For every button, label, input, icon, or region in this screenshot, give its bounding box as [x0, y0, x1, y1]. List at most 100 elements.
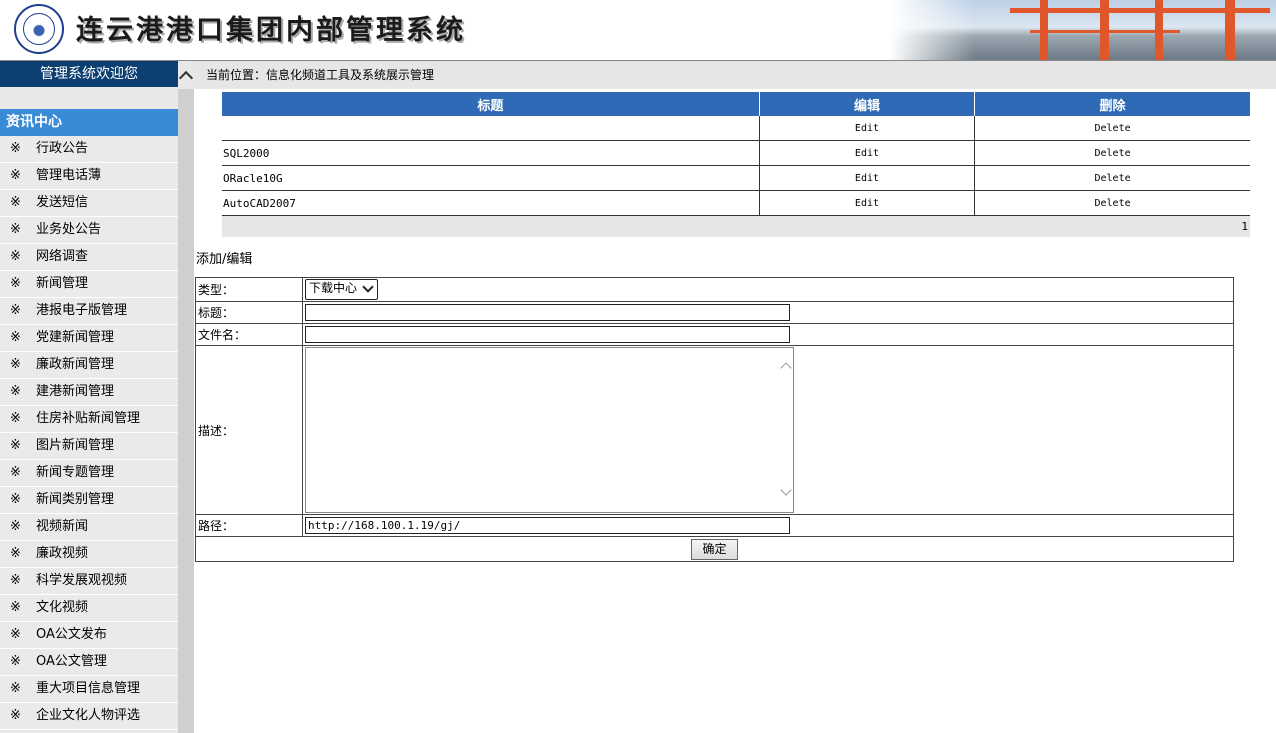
bullet-icon: ※ — [10, 330, 21, 345]
bullet-icon: ※ — [10, 573, 21, 588]
sidebar-collapse-bar[interactable] — [178, 61, 194, 733]
sidebar-item[interactable]: ※ 新闻专题管理 — [0, 460, 178, 487]
sidebar-item[interactable]: ※ 重大项目信息管理 — [0, 676, 178, 703]
table-row: SQL2000 Edit Delete — [222, 140, 1250, 166]
table-row: Edit Delete — [222, 116, 1250, 141]
bullet-icon: ※ — [10, 249, 21, 264]
title-label: 标题： — [195, 301, 303, 324]
title-input[interactable] — [305, 304, 790, 321]
sidebar-item[interactable]: ※ 行政公告 — [0, 136, 178, 163]
port-logo — [14, 4, 64, 54]
sidebar-item[interactable]: ※ 业务处公告 — [0, 217, 178, 244]
edit-link[interactable]: Edit — [759, 116, 976, 141]
bullet-icon: ※ — [10, 141, 21, 156]
sidebar-item-label: 网络调查 — [36, 249, 89, 264]
delete-link[interactable]: Delete — [974, 190, 1250, 216]
type-select-value: 下载中心 — [309, 281, 358, 295]
row-title: SQL2000 — [222, 140, 760, 166]
column-header-edit: 编辑 — [759, 92, 976, 116]
sidebar-item[interactable]: ※ 图片新闻管理 — [0, 433, 178, 460]
bullet-icon: ※ — [10, 357, 21, 372]
bullet-icon: ※ — [10, 627, 21, 642]
edit-link[interactable]: Edit — [759, 165, 976, 191]
sidebar-item[interactable]: ※ 企业文化人物评选 — [0, 703, 178, 730]
section-news-center[interactable]: 资讯中心 — [0, 109, 178, 136]
edit-link[interactable]: Edit — [759, 190, 976, 216]
edit-form: 类型： 下载中心 标题： 文件名： 描述： 路径： http://168.100… — [195, 277, 1234, 562]
chevron-down-icon — [362, 281, 374, 293]
sidebar-item-label: 廉政新闻管理 — [36, 357, 115, 372]
welcome-banner: 管理系统欢迎您 — [0, 61, 178, 87]
sidebar-item[interactable]: ※ 住房补贴新闻管理 — [0, 406, 178, 433]
sidebar-item[interactable]: ※ 文化视频 — [0, 595, 178, 622]
path-label: 路径： — [195, 514, 303, 537]
sidebar-item[interactable]: ※ 建港新闻管理 — [0, 379, 178, 406]
data-table: 标题 编辑 删除 Edit Delete SQL2000 Edit Delete ORac… — [222, 92, 1250, 216]
filename-label: 文件名： — [195, 323, 303, 346]
filename-input[interactable] — [305, 326, 790, 343]
table-row: ORacle10G Edit Delete — [222, 165, 1250, 191]
sidebar-item[interactable]: ※ 廉政新闻管理 — [0, 352, 178, 379]
header-banner: 连云港港口集团内部管理系统 — [0, 0, 1276, 61]
sidebar-item[interactable]: ※ 新闻类别管理 — [0, 487, 178, 514]
row-title: AutoCAD2007 — [222, 190, 760, 216]
sidebar-item-label: 管理电话薄 — [36, 168, 102, 183]
sidebar-item-label: 视频新闻 — [36, 519, 89, 534]
bullet-icon: ※ — [10, 411, 21, 426]
sidebar-item-label: 建港新闻管理 — [36, 384, 115, 399]
bullet-icon: ※ — [10, 546, 21, 561]
sidebar-item[interactable]: ※ 管理电话薄 — [0, 163, 178, 190]
sidebar-item[interactable]: ※ OA公文发布 — [0, 622, 178, 649]
scroll-up-icon[interactable] — [780, 362, 792, 374]
row-title: ORacle10G — [222, 165, 760, 191]
bullet-icon: ※ — [10, 654, 21, 669]
sidebar-item-label: OA公文发布 — [36, 627, 107, 642]
submit-button[interactable]: 确定 — [691, 538, 738, 560]
sidebar-item[interactable]: ※ 网络调查 — [0, 244, 178, 271]
sidebar-item[interactable]: ※ 廉政视频 — [0, 541, 178, 568]
sidebar-item[interactable]: ※ 科学发展观视频 — [0, 568, 178, 595]
harbor-banner-image — [890, 0, 1276, 60]
sidebar-item-label: 图片新闻管理 — [36, 438, 115, 453]
bullet-icon: ※ — [10, 303, 21, 318]
bullet-icon: ※ — [10, 681, 21, 696]
sidebar-item[interactable]: ※ OA公文管理 — [0, 649, 178, 676]
path-input[interactable]: http://168.100.1.19/gj/ — [305, 517, 790, 534]
delete-link[interactable]: Delete — [974, 140, 1250, 166]
sidebar-item-label: 住房补贴新闻管理 — [36, 411, 141, 426]
type-label: 类型： — [195, 277, 303, 302]
edit-link[interactable]: Edit — [759, 140, 976, 166]
sidebar-item-label: 重大项目信息管理 — [36, 681, 141, 696]
sidebar-item-label: 企业文化人物评选 — [36, 708, 141, 723]
delete-link[interactable]: Delete — [974, 165, 1250, 191]
system-title: 连云港港口集团内部管理系统 — [76, 15, 466, 46]
sidebar-item-label: 行政公告 — [36, 141, 89, 156]
sidebar-item-label: 新闻管理 — [36, 276, 89, 291]
page-number[interactable]: 1 — [1241, 220, 1248, 233]
breadcrumb-text: 当前位置：信息化频道工具及系统展示管理 — [206, 68, 435, 82]
bullet-icon: ※ — [10, 492, 21, 507]
sidebar-item[interactable]: ※ 视频新闻 — [0, 514, 178, 541]
sidebar-item[interactable]: ※ 新闻管理 — [0, 271, 178, 298]
bullet-icon: ※ — [10, 708, 21, 723]
bullet-icon: ※ — [10, 276, 21, 291]
sidebar-item[interactable]: ※ 港报电子版管理 — [0, 298, 178, 325]
bullet-icon: ※ — [10, 222, 21, 237]
description-textarea[interactable] — [305, 347, 794, 513]
delete-link[interactable]: Delete — [974, 116, 1250, 141]
type-select[interactable]: 下载中心 — [305, 279, 379, 300]
bullet-icon: ※ — [10, 519, 21, 534]
column-header-title: 标题 — [222, 92, 760, 116]
sidebar-item-label: 业务处公告 — [36, 222, 102, 237]
bullet-icon: ※ — [10, 465, 21, 480]
sidebar-item-label: 文化视频 — [36, 600, 89, 615]
table-row: AutoCAD2007 Edit Delete — [222, 190, 1250, 216]
sidebar-item[interactable]: ※ 发送短信 — [0, 190, 178, 217]
sidebar-item-label: 科学发展观视频 — [36, 573, 128, 588]
bullet-icon: ※ — [10, 438, 21, 453]
sidebar-item[interactable]: ※ 党建新闻管理 — [0, 325, 178, 352]
pager: 1 — [222, 216, 1250, 237]
breadcrumb: 当前位置：信息化频道工具及系统展示管理 — [194, 61, 1276, 89]
scroll-down-icon[interactable] — [780, 484, 792, 496]
sidebar-item-label: 党建新闻管理 — [36, 330, 115, 345]
